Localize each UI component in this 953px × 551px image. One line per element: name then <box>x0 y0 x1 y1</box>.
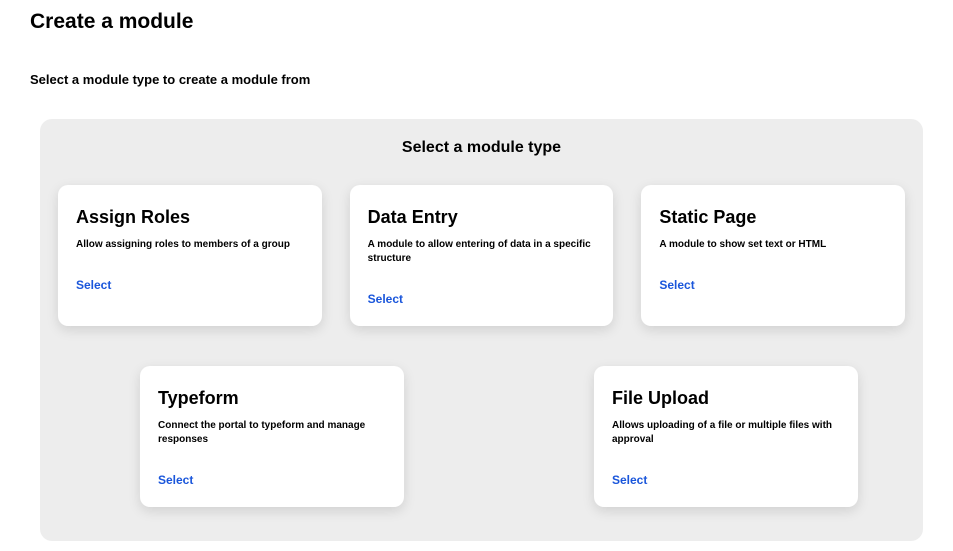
panel-title: Select a module type <box>58 139 905 157</box>
cards-row-2: Typeform Connect the portal to typeform … <box>58 366 905 507</box>
card-assign-roles: Assign Roles Allow assigning roles to me… <box>58 185 322 326</box>
card-title: File Upload <box>612 388 840 409</box>
page-subtitle: Select a module type to create a module … <box>30 72 923 87</box>
module-type-panel: Select a module type Assign Roles Allow … <box>40 119 923 541</box>
select-button-assign-roles[interactable]: Select <box>76 278 111 292</box>
select-button-file-upload[interactable]: Select <box>612 473 647 487</box>
cards-row-1: Assign Roles Allow assigning roles to me… <box>58 185 905 326</box>
card-description: Allows uploading of a file or multiple f… <box>612 419 840 447</box>
card-file-upload: File Upload Allows uploading of a file o… <box>594 366 858 507</box>
card-title: Typeform <box>158 388 386 409</box>
card-description: A module to show set text or HTML <box>659 238 887 252</box>
card-title: Static Page <box>659 207 887 228</box>
select-button-static-page[interactable]: Select <box>659 278 694 292</box>
card-data-entry: Data Entry A module to allow entering of… <box>350 185 614 326</box>
select-button-typeform[interactable]: Select <box>158 473 193 487</box>
page-title: Create a module <box>30 10 923 34</box>
card-description: A module to allow entering of data in a … <box>368 238 596 266</box>
card-typeform: Typeform Connect the portal to typeform … <box>140 366 404 507</box>
card-title: Data Entry <box>368 207 596 228</box>
card-description: Connect the portal to typeform and manag… <box>158 419 386 447</box>
card-description: Allow assigning roles to members of a gr… <box>76 238 304 252</box>
select-button-data-entry[interactable]: Select <box>368 292 403 306</box>
card-title: Assign Roles <box>76 207 304 228</box>
card-static-page: Static Page A module to show set text or… <box>641 185 905 326</box>
